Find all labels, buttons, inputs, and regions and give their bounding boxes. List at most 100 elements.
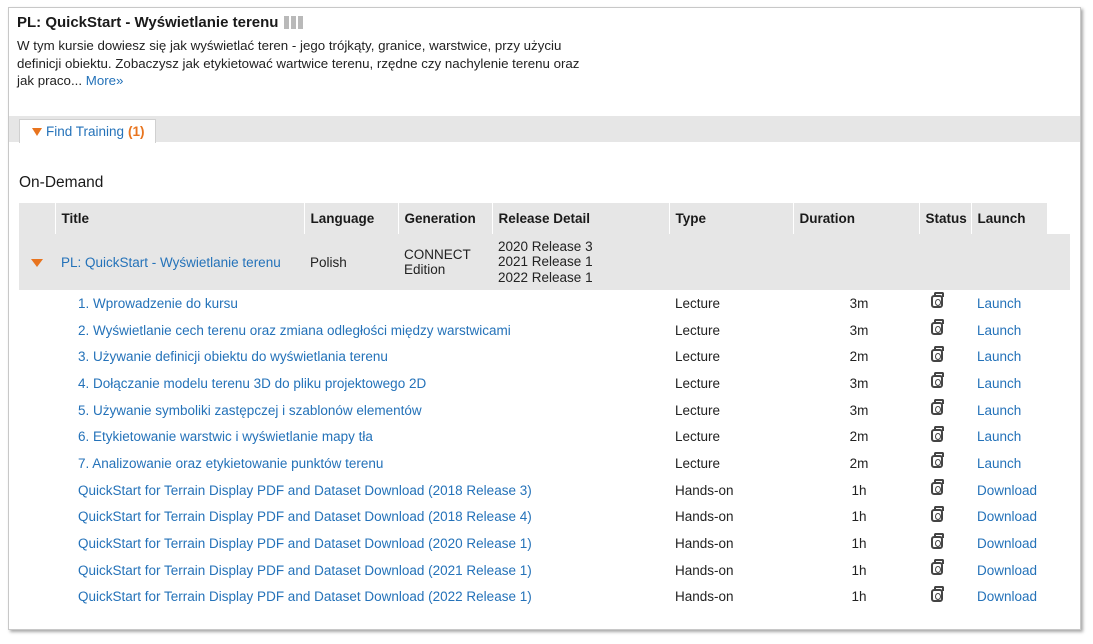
course-row-language: Polish [304, 234, 398, 290]
course-description: W tym kursie dowiesz się jak wyświetlać … [17, 37, 597, 90]
item-title-link[interactable]: QuickStart for Terrain Display PDF and D… [61, 536, 669, 551]
camera-status-icon [931, 585, 944, 602]
item-type: Lecture [675, 402, 721, 418]
item-status [919, 504, 971, 531]
camera-status-icon [931, 559, 944, 576]
item-title-link[interactable]: QuickStart for Terrain Display PDF and D… [61, 589, 669, 604]
table-row: 7. Analizowanie oraz etykietowanie punkt… [19, 450, 1070, 477]
tab-find-training-label: Find Training [46, 124, 125, 139]
training-table: Title Language Generation Release Detail… [19, 203, 1071, 610]
item-action-link[interactable]: Launch [977, 429, 1021, 444]
item-type: Hands-on [675, 509, 734, 525]
col-generation-header[interactable]: Generation [398, 203, 493, 234]
camera-status-icon [931, 292, 944, 309]
camera-status-icon [931, 372, 944, 389]
item-title-link[interactable]: QuickStart for Terrain Display PDF and D… [61, 563, 669, 578]
table-row: QuickStart for Terrain Display PDF and D… [19, 477, 1070, 504]
col-type-header[interactable]: Type [669, 203, 794, 234]
item-type: Lecture [675, 455, 721, 471]
item-type: Lecture [675, 322, 721, 338]
camera-status-icon [931, 425, 944, 442]
item-title-link[interactable]: 1. Wprowadzenie do kursu [61, 296, 669, 311]
item-status [919, 423, 971, 450]
camera-status-icon [931, 399, 944, 416]
item-title-link[interactable]: 2. Wyświetlanie cech terenu oraz zmiana … [61, 323, 669, 338]
item-title-link[interactable]: 6. Etykietowanie warstwic i wyświetlanie… [61, 429, 669, 444]
table-row: QuickStart for Terrain Display PDF and D… [19, 504, 1070, 531]
col-release-detail-header[interactable]: Release Detail [492, 203, 670, 234]
item-duration: 2m [849, 455, 869, 471]
item-status [919, 397, 971, 424]
item-action-link[interactable]: Launch [977, 456, 1021, 471]
table-row: QuickStart for Terrain Display PDF and D… [19, 557, 1070, 584]
course-header: PL: QuickStart - Wyświetlanie terenu W t… [17, 14, 617, 90]
item-duration: 3m [849, 295, 869, 311]
col-duration-header[interactable]: Duration [793, 203, 920, 234]
course-row-generation: CONNECT Edition [398, 234, 492, 290]
item-action-link[interactable]: Download [977, 483, 1037, 498]
generation-line-1: CONNECT [404, 246, 471, 262]
item-type: Hands-on [675, 589, 734, 605]
item-title-link[interactable]: 7. Analizowanie oraz etykietowanie punkt… [61, 456, 669, 471]
item-title-link[interactable]: 5. Używanie symboliki zastępczej i szabl… [61, 403, 669, 418]
col-title-header[interactable]: Title [55, 203, 305, 234]
table-row: 5. Używanie symboliki zastępczej i szabl… [19, 397, 1070, 424]
course-toggle[interactable] [19, 234, 55, 290]
item-type: Lecture [675, 295, 721, 311]
item-status [919, 530, 971, 557]
table-row: 6. Etykietowanie warstwic i wyświetlanie… [19, 423, 1070, 450]
item-type: Hands-on [675, 536, 734, 552]
tab-find-training[interactable]: Find Training (1) [19, 119, 156, 143]
item-duration: 1h [851, 509, 867, 525]
camera-status-icon [931, 505, 944, 522]
release-line: 2020 Release 3 [498, 238, 593, 254]
item-title-link[interactable]: 4. Dołączanie modelu terenu 3D do pliku … [61, 376, 669, 391]
camera-status-icon [931, 345, 944, 362]
col-spacer-header [1047, 203, 1071, 234]
item-action-link[interactable]: Download [977, 563, 1037, 578]
item-status [919, 557, 971, 584]
camera-status-icon [931, 532, 944, 549]
training-content: On-Demand Title Language Generation Rele… [9, 142, 1080, 628]
item-action-link[interactable]: Launch [977, 376, 1021, 391]
course-row-title[interactable]: PL: QuickStart - Wyświetlanie terenu [61, 255, 281, 270]
item-duration: 1h [851, 589, 867, 605]
triangle-down-icon[interactable] [31, 258, 43, 267]
item-status [919, 290, 971, 317]
table-row: 4. Dołączanie modelu terenu 3D do pliku … [19, 370, 1070, 397]
more-link[interactable]: More» [86, 73, 124, 88]
item-duration: 1h [851, 536, 867, 552]
item-status [919, 477, 971, 504]
item-action-link[interactable]: Launch [977, 323, 1021, 338]
tab-find-training-count: (1) [128, 124, 145, 139]
course-card: PL: QuickStart - Wyświetlanie terenu W t… [8, 7, 1081, 630]
item-action-link[interactable]: Launch [977, 296, 1021, 311]
item-status [919, 317, 971, 344]
course-title: PL: QuickStart - Wyświetlanie terenu [17, 14, 617, 31]
item-action-link[interactable]: Launch [977, 349, 1021, 364]
release-line: 2022 Release 1 [498, 269, 593, 285]
col-toggle-header [19, 203, 56, 234]
col-launch-header[interactable]: Launch [971, 203, 1048, 234]
rating-bars-icon [284, 16, 304, 29]
item-title-link[interactable]: QuickStart for Terrain Display PDF and D… [61, 483, 669, 498]
table-row: QuickStart for Terrain Display PDF and D… [19, 584, 1070, 611]
col-status-header[interactable]: Status [919, 203, 972, 234]
item-action-link[interactable]: Launch [977, 403, 1021, 418]
course-row-releases: 2020 Release 3 2021 Release 1 2022 Relea… [492, 234, 669, 290]
item-title-link[interactable]: 3. Używanie definicji obiektu do wyświet… [61, 349, 669, 364]
course-title-text: PL: QuickStart - Wyświetlanie terenu [17, 14, 279, 31]
item-action-link[interactable]: Download [977, 509, 1037, 524]
item-duration: 2m [849, 429, 869, 445]
item-action-link[interactable]: Download [977, 589, 1037, 604]
item-title-link[interactable]: QuickStart for Terrain Display PDF and D… [61, 509, 669, 524]
generation-line-2: Edition [404, 262, 446, 277]
item-duration: 3m [849, 402, 869, 418]
item-type: Lecture [675, 349, 721, 365]
table-row: 2. Wyświetlanie cech terenu oraz zmiana … [19, 317, 1070, 344]
item-action-link[interactable]: Download [977, 536, 1037, 551]
camera-status-icon [931, 479, 944, 496]
table-row: QuickStart for Terrain Display PDF and D… [19, 530, 1070, 557]
item-type: Hands-on [675, 562, 734, 578]
col-language-header[interactable]: Language [304, 203, 399, 234]
